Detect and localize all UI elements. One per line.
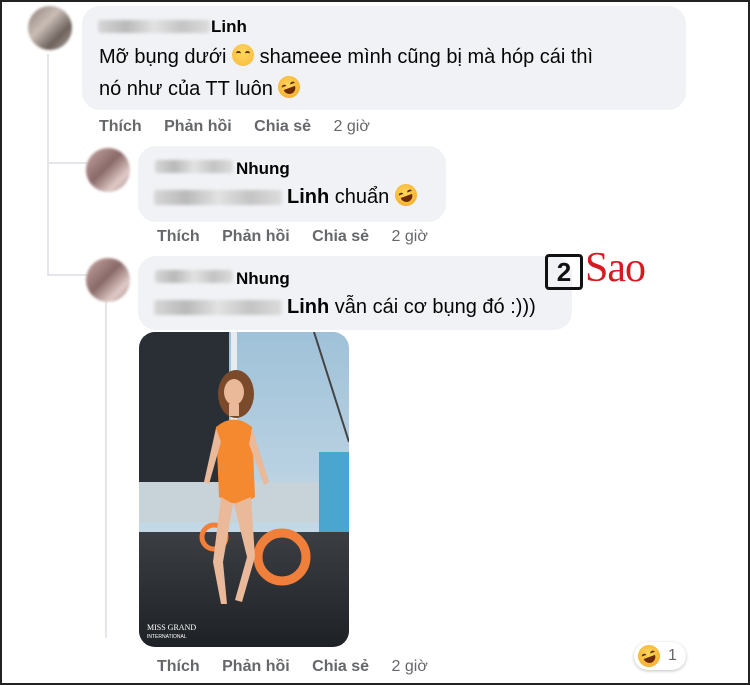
like-button[interactable]: Thích	[157, 658, 200, 675]
comment-text: nó như của TT luôn	[99, 72, 304, 104]
shy-face-icon	[232, 44, 255, 66]
mention-link[interactable]: Linh	[287, 186, 329, 208]
reply-button[interactable]: Phản hồi	[222, 658, 290, 675]
like-button[interactable]: Thích	[157, 228, 200, 245]
author-name-blurred[interactable]	[155, 160, 233, 173]
mention-blurred[interactable]	[154, 300, 282, 315]
author-name[interactable]: Nhung	[236, 159, 290, 179]
thread-line	[47, 162, 87, 164]
timestamp[interactable]: 2 giờ	[392, 228, 428, 245]
reaction-summary[interactable]: 1	[634, 641, 686, 671]
share-button[interactable]: Chia sẻ	[254, 118, 311, 135]
laughing-face-icon	[391, 180, 420, 210]
mention-link[interactable]: Linh	[287, 296, 329, 318]
timestamp[interactable]: 2 giờ	[392, 658, 428, 675]
comment-text-part: chuẩn	[334, 186, 390, 208]
photo-watermark: MISS GRAND	[147, 623, 196, 632]
author-name[interactable]: Nhung	[236, 269, 290, 289]
timestamp[interactable]: 2 giờ	[334, 118, 370, 135]
author-name-blurred[interactable]	[155, 270, 233, 283]
comment-text-part: Mỡ bụng dưới	[99, 46, 227, 68]
thread-line	[105, 298, 107, 638]
laughing-face-icon	[275, 72, 304, 102]
comment-text-part: shameee mình cũng bị mà hóp cái thì	[259, 46, 594, 68]
photo-watermark-sub: INTERNATIONAL	[147, 634, 187, 640]
thread-line	[47, 54, 49, 164]
share-button[interactable]: Chia sẻ	[312, 658, 369, 675]
like-button[interactable]: Thích	[99, 118, 142, 135]
comment-text: Linh chuẩn	[287, 180, 420, 212]
comment-thread: Linh Mỡ bụng dưới shameee mình cũng bị m…	[0, 0, 750, 685]
logo-word: Sao	[585, 245, 646, 291]
thread-line	[47, 164, 49, 276]
share-button[interactable]: Chia sẻ	[312, 228, 369, 245]
reaction-count: 1	[668, 647, 677, 664]
comment-actions: Thích Phản hồi Chia sẻ 2 giờ	[99, 118, 388, 136]
comment-text: Mỡ bụng dưới shameee mình cũng bị mà hóp…	[99, 42, 593, 72]
author-name-blurred[interactable]	[98, 20, 210, 33]
reply-button[interactable]: Phản hồi	[222, 228, 290, 245]
author-name[interactable]: Linh	[211, 17, 247, 37]
avatar[interactable]	[86, 148, 130, 192]
avatar[interactable]	[86, 258, 130, 302]
logo-number: 2	[545, 254, 583, 290]
comment-actions: Thích Phản hồi Chia sẻ 2 giờ	[157, 228, 446, 246]
avatar[interactable]	[28, 6, 72, 50]
reply-button[interactable]: Phản hồi	[164, 118, 232, 135]
comment-text: Linh vẫn cái cơ bụng đó :)))	[287, 292, 536, 322]
comment-text-part: vẫn cái cơ bụng đó :)))	[334, 296, 536, 318]
comment-text-part: nó như của TT luôn	[99, 78, 273, 100]
swimsuit-photo: MISS GRAND INTERNATIONAL	[139, 332, 349, 647]
thread-line	[47, 274, 87, 276]
mention-blurred[interactable]	[154, 190, 282, 205]
photo-attachment[interactable]: MISS GRAND INTERNATIONAL	[139, 332, 349, 647]
haha-reaction-icon	[634, 641, 664, 671]
comment-actions: Thích Phản hồi Chia sẻ 2 giờ	[157, 658, 446, 676]
